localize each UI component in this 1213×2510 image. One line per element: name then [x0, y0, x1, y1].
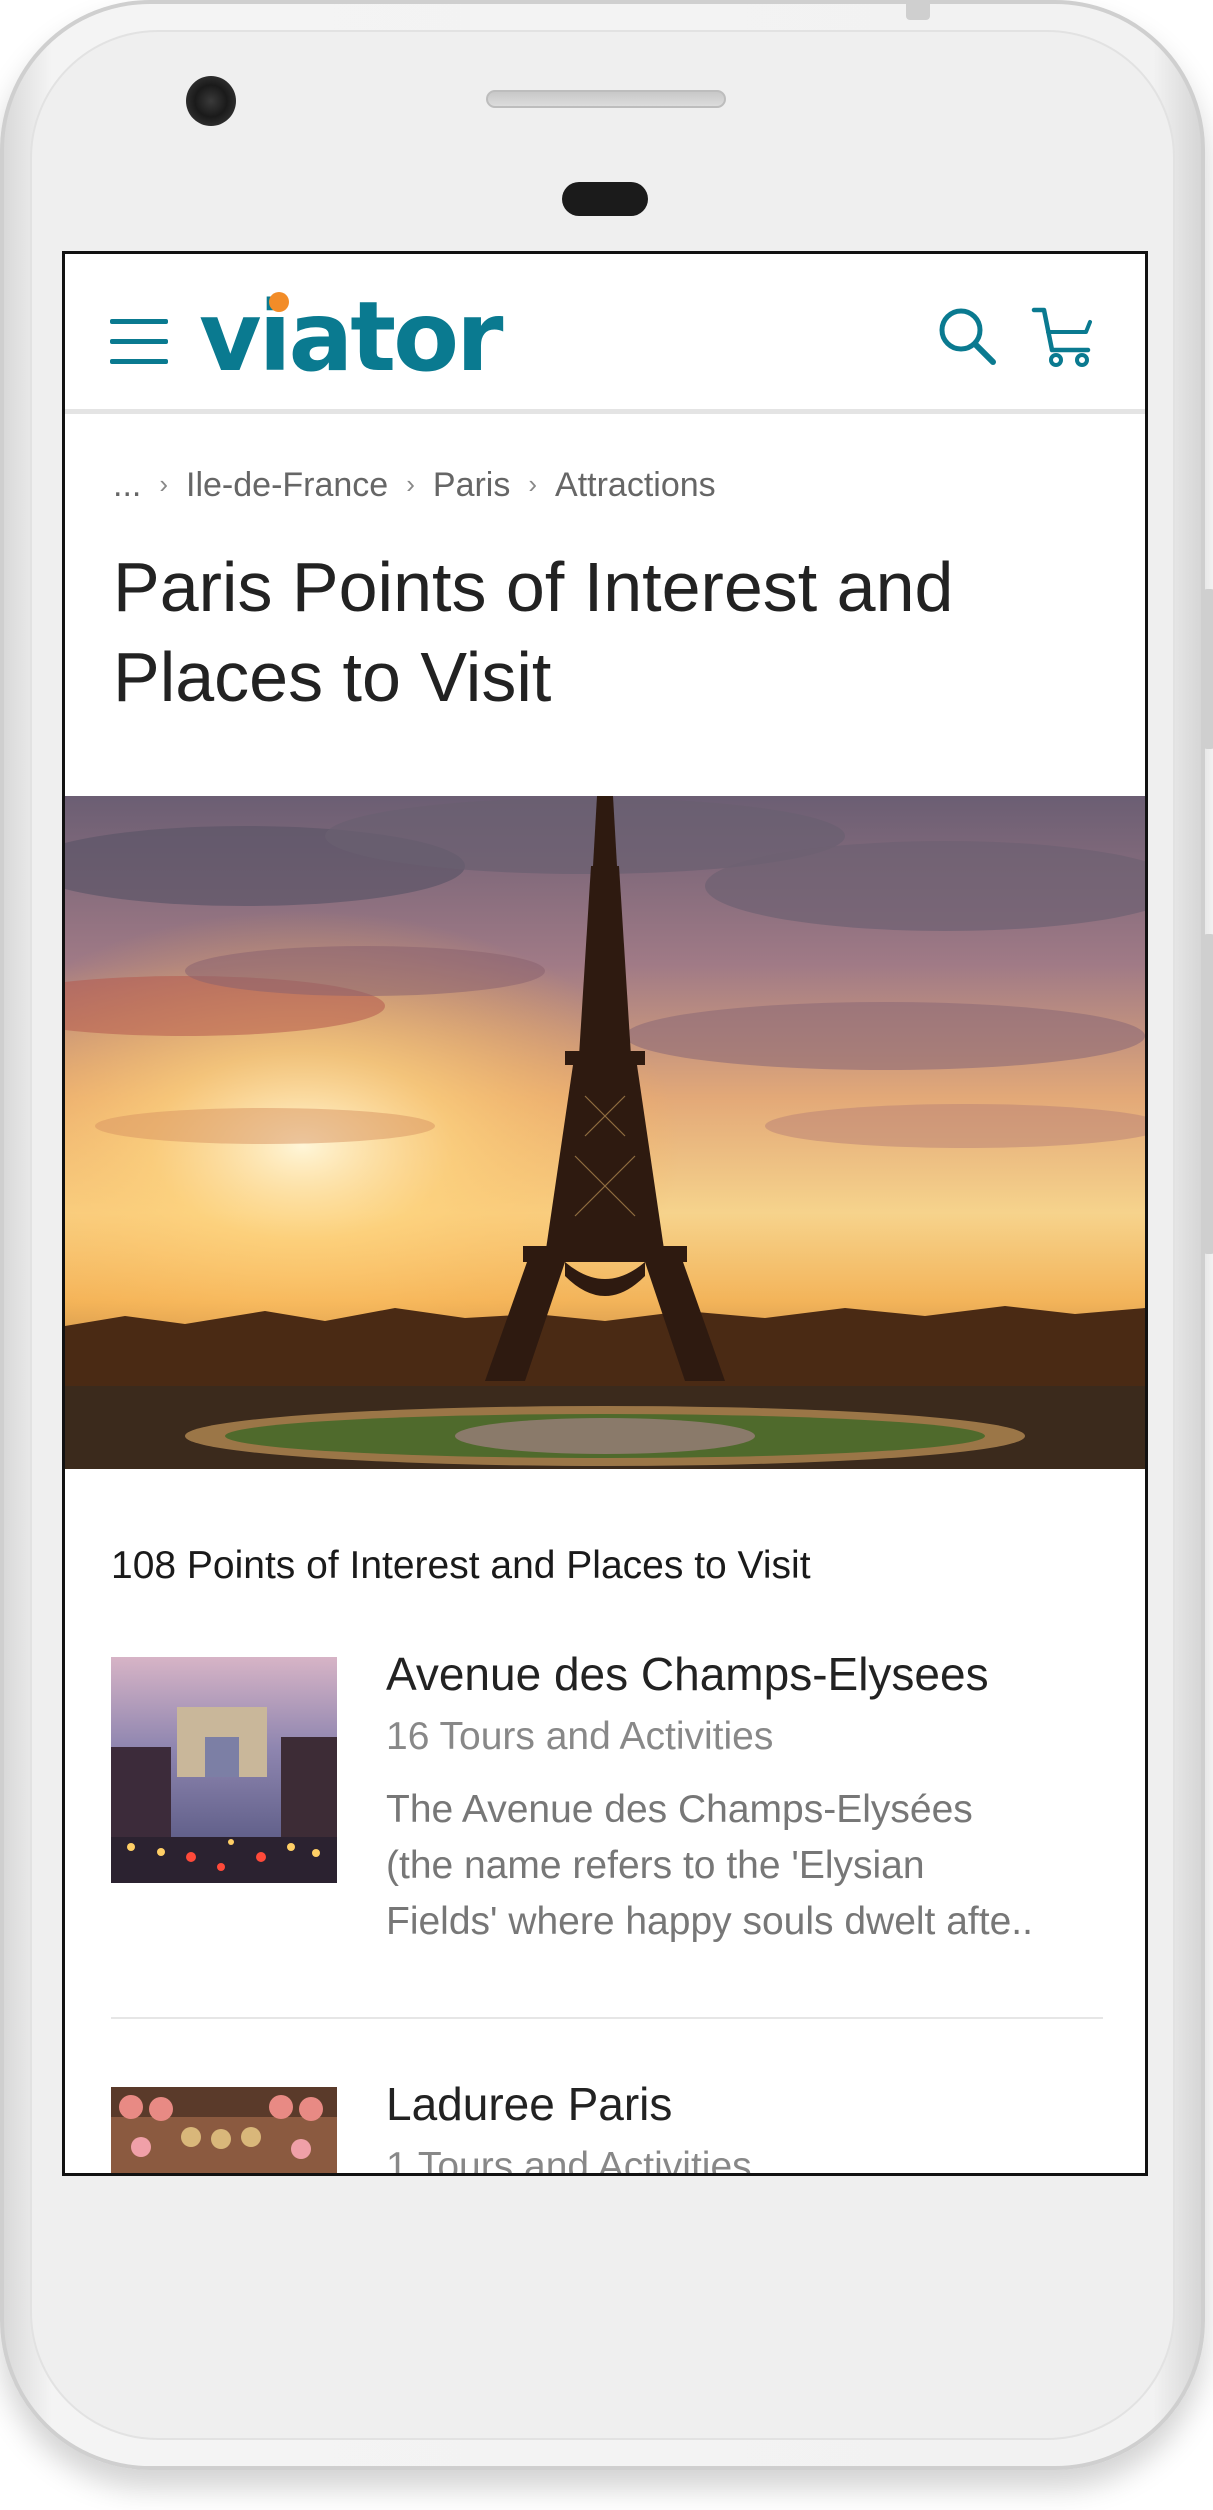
hero-image-eiffel-tower	[65, 796, 1145, 1469]
thumbnail-image[interactable]	[111, 2087, 337, 2173]
breadcrumb-ellipsis[interactable]: ...	[113, 466, 141, 504]
logo-accent-dot	[269, 292, 289, 312]
item-subtitle: 1 Tours and Activities	[386, 2145, 752, 2176]
item-title[interactable]: Avenue des Champs-Elysees	[386, 1647, 989, 1701]
search-icon[interactable]	[935, 304, 999, 368]
viator-logo[interactable]: viator	[199, 282, 503, 392]
breadcrumb-separator-icon: ›	[406, 469, 415, 499]
item-description: The Avenue des Champs-Elysées (the name …	[386, 1782, 1106, 1950]
results-count: 108 Points of Interest and Places to Vis…	[111, 1544, 811, 1587]
thumbnail-image[interactable]	[111, 1657, 337, 1883]
breadcrumb-separator-icon: ›	[528, 469, 538, 499]
phone-frame: viator ... › Ile-de-France › Paris › Attractio…	[0, 0, 1213, 2470]
breadcrumb-attractions[interactable]: Attractions	[555, 466, 716, 504]
volume-button	[1203, 934, 1213, 1254]
earpiece-speaker	[486, 90, 726, 108]
page-title-line1: Paris Points of Interest and	[113, 548, 954, 626]
power-button-top	[906, 0, 930, 20]
breadcrumb-separator-icon: ›	[159, 469, 169, 499]
side-button	[1203, 589, 1213, 749]
divider	[111, 2017, 1103, 2019]
desc-line: The Avenue des Champs-Elysées	[386, 1788, 973, 1831]
desc-line: (the name refers to the 'Elysian	[386, 1844, 925, 1887]
breadcrumb: ... › Ile-de-France › Paris › Attractions	[113, 466, 716, 505]
proximity-sensor	[562, 182, 648, 216]
item-title[interactable]: Laduree Paris	[386, 2077, 672, 2131]
page-title: Paris Points of Interest and Places to V…	[113, 542, 1113, 722]
desc-line: Fields' where happy souls dwelt afte..	[386, 1900, 1033, 1943]
page-title-line2: Places to Visit	[113, 638, 552, 716]
cart-icon[interactable]	[1030, 302, 1098, 370]
item-subtitle: 16 Tours and Activities	[386, 1715, 774, 1758]
front-camera	[186, 76, 236, 126]
menu-icon[interactable]	[110, 319, 168, 365]
top-navigation-bar: viator	[65, 254, 1145, 414]
breadcrumb-ile-de-france[interactable]: Ile-de-France	[186, 466, 388, 504]
screen: viator ... › Ile-de-France › Paris › Attractio…	[62, 251, 1148, 2176]
breadcrumb-paris[interactable]: Paris	[433, 466, 510, 504]
